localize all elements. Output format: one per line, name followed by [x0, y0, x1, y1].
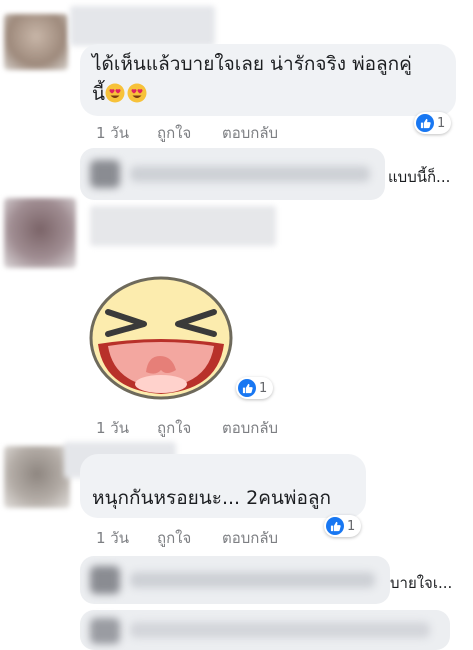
avatar[interactable] [4, 198, 76, 268]
reply-avatar [90, 618, 120, 644]
timestamp[interactable]: 1 วัน [96, 121, 129, 145]
thumbs-up-icon [238, 379, 256, 397]
reply-name-blur [130, 622, 430, 638]
comment-meta: 1 วัน ถูกใจ ตอบกลับ [0, 121, 473, 142]
commenter-name[interactable] [90, 206, 276, 246]
reply-link[interactable]: ตอบกลับ [222, 121, 278, 145]
timestamp[interactable]: 1 วัน [96, 526, 129, 550]
timestamp[interactable]: 1 วัน [96, 416, 129, 440]
reply-link[interactable]: ตอบกลับ [222, 526, 278, 550]
comment-text: หนุกกันหรอยนะ... 2คนพ่อลูก [92, 487, 332, 509]
laughing-face-sticker[interactable] [86, 272, 236, 400]
like-link[interactable]: ถูกใจ [157, 526, 191, 550]
comment-bubble: หนุกกันหรอยนะ... 2คนพ่อลูก [80, 454, 366, 518]
comment-text-line2: นี้ [92, 80, 147, 109]
reply-link[interactable]: ตอบกลับ [222, 416, 278, 440]
comment-meta: 1 วัน ถูกใจ ตอบกลับ [0, 526, 473, 547]
reply-preview[interactable] [80, 556, 390, 604]
reply-avatar [90, 160, 120, 188]
reply-name-blur [130, 166, 370, 182]
reply-preview[interactable] [80, 148, 385, 200]
reaction-badge[interactable]: 1 [236, 377, 274, 399]
reaction-count: 1 [259, 380, 268, 396]
comment-meta: 1 วัน ถูกใจ ตอบกลับ [0, 416, 473, 437]
reply-preview-partial[interactable] [80, 610, 450, 650]
comment-bubble: ได้เห็นแล้วบายใจเลย น่ารักจริง พ่อลูกคู่… [80, 44, 456, 116]
commenter-name[interactable] [70, 6, 215, 46]
reply-snippet[interactable]: แบบนี้ก็... [388, 165, 450, 189]
avatar[interactable] [4, 14, 68, 70]
avatar[interactable] [4, 446, 70, 508]
like-link[interactable]: ถูกใจ [157, 416, 191, 440]
like-link[interactable]: ถูกใจ [157, 121, 191, 145]
comment-text: ได้เห็นแล้วบายใจเลย น่ารักจริง พ่อลูกคู่ [92, 53, 412, 75]
heart-eyes-emoji [105, 83, 125, 103]
reply-name-blur [130, 572, 375, 588]
reply-avatar [90, 566, 120, 594]
heart-eyes-emoji [127, 83, 147, 103]
reply-snippet[interactable]: บายใจเ... [390, 571, 452, 595]
